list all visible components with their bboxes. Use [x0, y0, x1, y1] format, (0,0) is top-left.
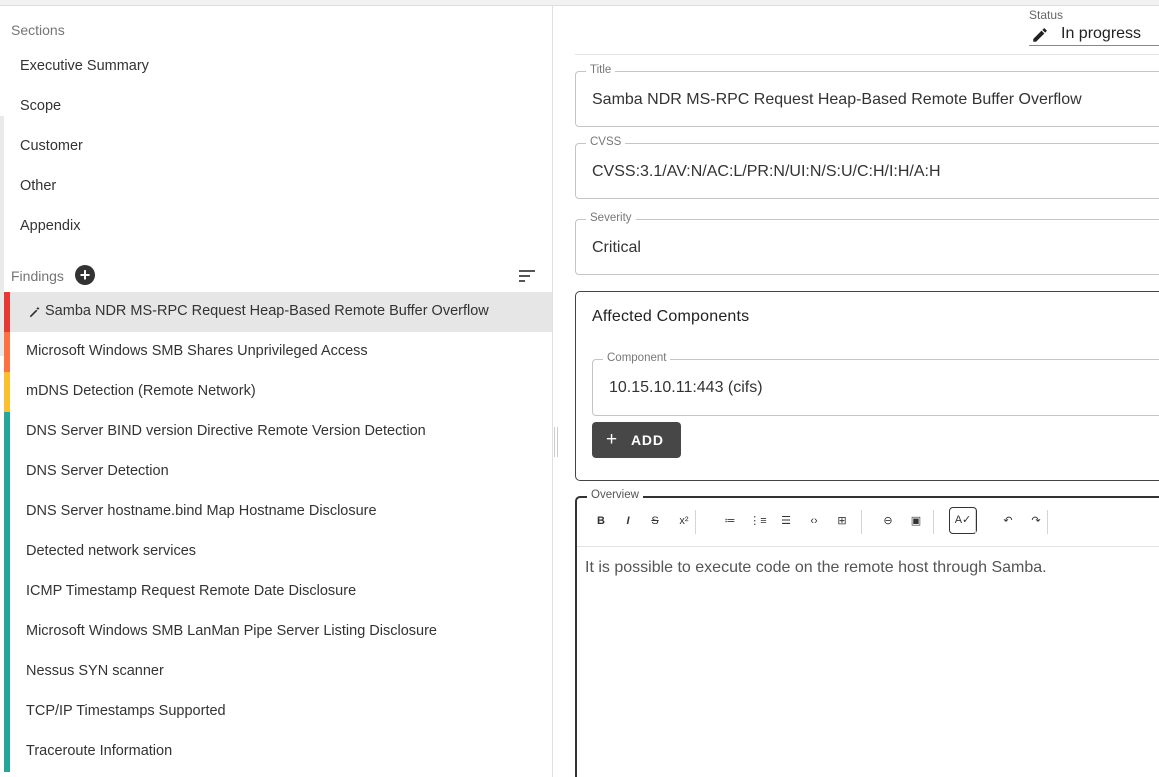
toolbar-separator	[695, 510, 696, 534]
finding-item[interactable]: mDNS Detection (Remote Network)	[4, 372, 552, 412]
cvss-label: CVSS	[586, 136, 626, 148]
link-icon[interactable]: ⊖	[877, 511, 899, 531]
severity-color-bar	[4, 652, 10, 692]
severity-label: Severity	[586, 212, 636, 224]
spellcheck-icon[interactable]: A✓	[949, 507, 977, 534]
editor-toolbar: B I Sx² ≔ ⋮≡ ☰ ‹› ⊞ ⊖ ▣ A✓ ↶ ↷	[577, 506, 1159, 540]
finding-label: Samba NDR MS-RPC Request Heap-Based Remo…	[45, 303, 489, 319]
bold-icon[interactable]: B	[590, 511, 612, 531]
finding-label: Nessus SYN scanner	[26, 663, 164, 679]
component-label: Component	[603, 352, 671, 364]
finding-item[interactable]: DNS Server BIND version Directive Remote…	[4, 412, 552, 452]
finding-item[interactable]: Microsoft Windows SMB Shares Unprivilege…	[4, 332, 552, 372]
component-value: 10.15.10.11:443 (cifs)	[609, 379, 763, 396]
finding-label: Microsoft Windows SMB Shares Unprivilege…	[26, 343, 368, 359]
image-icon[interactable]: ▣	[905, 511, 927, 531]
finding-label: Traceroute Information	[26, 743, 173, 759]
component-field[interactable]: Component 10.15.10.11:443 (cifs)	[592, 352, 1159, 416]
finding-label: DNS Server hostname.bind Map Hostname Di…	[26, 503, 377, 519]
affected-components-card: Affected Components Component 10.15.10.1…	[575, 291, 1159, 481]
add-component-button[interactable]: + ADD	[592, 422, 681, 458]
edit-magic-icon	[29, 306, 40, 318]
divider	[575, 54, 1159, 55]
finding-item[interactable]: Traceroute Information	[4, 732, 552, 772]
italic-icon[interactable]: I	[617, 511, 639, 531]
finding-label: TCP/IP Timestamps Supported	[26, 703, 226, 719]
severity-color-bar	[4, 452, 10, 492]
strikethrough-icon[interactable]: S	[644, 511, 666, 531]
undo-icon[interactable]: ↶	[997, 511, 1019, 531]
title-label: Title	[586, 64, 616, 76]
finding-item[interactable]: Samba NDR MS-RPC Request Heap-Based Remo…	[4, 292, 552, 332]
bullet-list-icon[interactable]: ≔	[719, 511, 741, 531]
finding-label: DNS Server Detection	[26, 463, 169, 479]
severity-value: Critical	[592, 239, 641, 256]
title-value: Samba NDR MS-RPC Request Heap-Based Remo…	[592, 91, 1082, 108]
cvss-value: CVSS:3.1/AV:N/AC:L/PR:N/UI:N/S:U/C:H/I:H…	[592, 163, 941, 180]
code-icon[interactable]: ‹›	[803, 511, 825, 531]
numbered-list-icon[interactable]: ⋮≡	[747, 511, 769, 531]
superscript-icon[interactable]: x²	[673, 511, 695, 531]
overview-text[interactable]: It is possible to execute code on the re…	[585, 559, 1047, 577]
overview-label: Overview	[587, 489, 643, 501]
severity-color-bar	[4, 732, 10, 772]
pencil-icon	[1033, 28, 1047, 42]
plus-icon: +	[606, 429, 618, 450]
section-appendix[interactable]: Appendix	[20, 218, 80, 234]
findings-header: Findings	[11, 268, 64, 284]
sections-panel: Sections Executive Summary Scope Custome…	[0, 6, 553, 777]
toolbar-separator	[1047, 510, 1048, 534]
severity-field[interactable]: Severity Critical	[575, 212, 1159, 275]
cvss-field[interactable]: CVSS CVSS:3.1/AV:N/AC:L/PR:N/UI:N/S:U/C:…	[575, 136, 1159, 199]
finding-item[interactable]: ICMP Timestamp Request Remote Date Discl…	[4, 572, 552, 612]
sections-header: Sections	[11, 22, 65, 38]
toolbar-separator	[861, 510, 862, 534]
finding-item[interactable]: DNS Server Detection	[4, 452, 552, 492]
section-scope[interactable]: Scope	[20, 98, 61, 114]
severity-color-bar	[4, 292, 10, 332]
finding-item[interactable]: Detected network services	[4, 532, 552, 572]
finding-label: mDNS Detection (Remote Network)	[26, 383, 256, 399]
finding-label: Detected network services	[26, 543, 197, 559]
section-other[interactable]: Other	[20, 178, 56, 194]
overview-editor: Overview B I Sx² ≔ ⋮≡ ☰ ‹› ⊞ ⊖ ▣ A✓ ↶ ↷ It is possib…	[575, 489, 1159, 777]
finding-item[interactable]: DNS Server hostname.bind Map Hostname Di…	[4, 492, 552, 532]
status-select[interactable]: In progress	[1029, 22, 1159, 46]
add-button-label: ADD	[631, 432, 664, 448]
finding-item[interactable]: Microsoft Windows SMB LanMan Pipe Server…	[4, 612, 552, 652]
severity-color-bar	[4, 532, 10, 572]
severity-color-bar	[4, 332, 10, 372]
severity-color-bar	[4, 612, 10, 652]
severity-color-bar	[4, 572, 10, 612]
sort-icon[interactable]	[519, 270, 535, 282]
finding-label: Microsoft Windows SMB LanMan Pipe Server…	[26, 623, 437, 639]
finding-item[interactable]: Nessus SYN scanner	[4, 652, 552, 692]
finding-label: ICMP Timestamp Request Remote Date Discl…	[26, 583, 357, 599]
finding-label: DNS Server BIND version Directive Remote…	[26, 423, 426, 439]
checklist-icon[interactable]: ☰	[775, 511, 797, 531]
title-field[interactable]: Title Samba NDR MS-RPC Request Heap-Base…	[575, 64, 1159, 127]
toolbar-separator	[975, 510, 976, 534]
affected-components-title: Affected Components	[592, 308, 750, 325]
severity-color-bar	[4, 412, 10, 452]
table-icon[interactable]: ⊞	[831, 511, 853, 531]
section-executive-summary[interactable]: Executive Summary	[20, 58, 149, 74]
severity-color-bar	[4, 692, 10, 732]
severity-color-bar	[4, 372, 10, 412]
toolbar-divider	[577, 546, 1159, 547]
add-finding-icon[interactable]: +	[75, 265, 95, 285]
status-value: In progress	[1061, 25, 1142, 42]
redo-icon[interactable]: ↷	[1025, 511, 1047, 531]
section-customer[interactable]: Customer	[20, 138, 83, 154]
toolbar-separator	[933, 510, 934, 534]
finding-editor: Status In progress Title Samba NDR MS-RP…	[558, 6, 1159, 777]
status-label: Status	[1029, 8, 1064, 22]
finding-item[interactable]: TCP/IP Timestamps Supported	[4, 692, 552, 732]
severity-color-bar	[4, 492, 10, 532]
